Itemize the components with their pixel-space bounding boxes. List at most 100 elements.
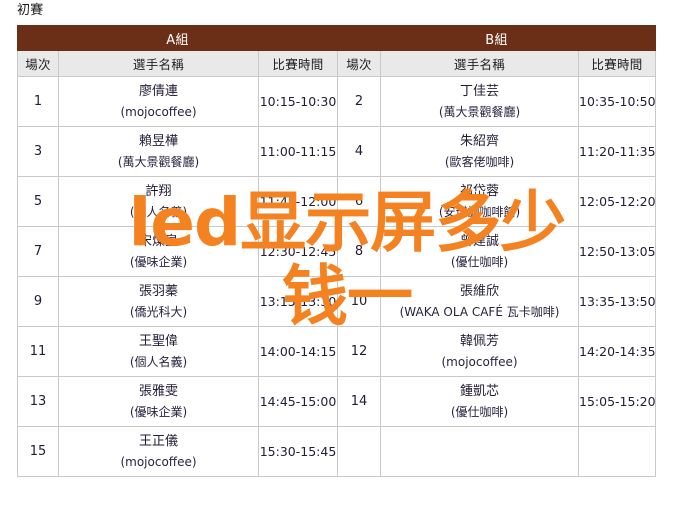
cell-player-b: 韓佩芳 (mojocoffee): [380, 326, 580, 377]
cell-match-no-b: 10: [337, 276, 382, 327]
cell-match-no-b: 8: [337, 226, 382, 277]
cell-match-time-b: 14:20-14:35: [578, 326, 657, 377]
cell-player-a: 張雅雯 (優味企業): [58, 376, 259, 427]
cell-match-no-a: 15: [17, 426, 59, 477]
player-name-b: 曾建誠: [460, 233, 500, 249]
table-row: 3 賴昱樺 (萬大景觀餐廳) 11:00-11:15 4 朱紹齊 (歐客佬咖啡)…: [17, 126, 657, 177]
player-name-b: 祁岱蓉: [460, 183, 500, 199]
cell-match-time-b: 10:35-10:50: [578, 76, 657, 127]
cell-match-no-a: 1: [17, 76, 59, 127]
cell-match-time-a: 15:30-15:45: [257, 426, 339, 477]
table-row: 1 廖倩連 (mojocoffee) 10:15-10:30 2 丁佳芸 (萬大…: [17, 76, 657, 127]
cell-match-no-b: 2: [337, 76, 382, 127]
table-row: 11 王聖偉 (個人名義) 14:00-14:15 12 韓佩芳 (mojoco…: [17, 326, 657, 377]
cell-match-no-b: 4: [337, 126, 382, 177]
player-org-b: (優仕咖啡): [450, 404, 509, 419]
cell-match-no-a: 3: [17, 126, 59, 177]
cell-match-no-a: 5: [17, 176, 59, 227]
player-org-a: (僑光科大): [129, 304, 188, 319]
player-org-a: (個人名義): [129, 204, 188, 219]
player-name-a: 許翔: [145, 183, 172, 199]
cell-match-time-a: 14:45-15:00: [257, 376, 339, 427]
cell-player-a: 賴昱樺 (萬大景觀餐廳): [58, 126, 259, 177]
column-header-match-time-a: 比賽時間: [257, 50, 339, 77]
player-name-b: 張維欣: [460, 283, 500, 299]
cell-match-time-a: 11:45-12:00: [257, 176, 339, 227]
column-header-row: 場次 選手名稱 比賽時間 場次 選手名稱 比賽時間: [17, 50, 657, 77]
player-org-b: (萬大景觀餐廳): [438, 104, 521, 119]
table-body: 1 廖倩連 (mojocoffee) 10:15-10:30 2 丁佳芸 (萬大…: [17, 76, 657, 477]
cell-player-b: 祁岱蓉 (安琪調咖啡館): [380, 176, 580, 227]
player-name-a: 王正儀: [138, 433, 178, 449]
cell-match-no-a: 13: [17, 376, 59, 427]
cell-match-time-b: 12:50-13:05: [578, 226, 657, 277]
cell-match-time-a: 13:15-13:30: [257, 276, 339, 327]
player-name-a: 張羽蓁: [138, 283, 178, 299]
cell-match-no-b: 6: [337, 176, 382, 227]
page-title: 初賽: [17, 3, 44, 18]
player-org-a: (mojocoffee): [120, 104, 197, 119]
cell-match-time-b: 11:20-11:35: [578, 126, 657, 177]
cell-match-no-a: 9: [17, 276, 59, 327]
table-row: 15 王正儀 (mojocoffee) 15:30-15:45: [17, 426, 657, 477]
cell-match-time-b: [578, 426, 657, 477]
cell-player-b: 鍾凱芯 (優仕咖啡): [380, 376, 580, 427]
player-org-a: (萬大景觀餐廳): [117, 154, 200, 169]
cell-match-no-b: 12: [337, 326, 382, 377]
column-header-match-no-b: 場次: [337, 50, 382, 77]
cell-player-b: 丁佳芸 (萬大景觀餐廳): [380, 76, 580, 127]
group-header-row: A組 B組: [16, 25, 657, 51]
schedule-table: A組 B組 場次 選手名稱 比賽時間 場次 選手名稱 比賽時間 1 廖倩連 (m…: [16, 25, 657, 477]
player-org-b: (mojocoffee): [441, 354, 518, 369]
player-org-a: (mojocoffee): [120, 454, 197, 469]
table-row: 7 宋燦皇 (優味企業) 12:30-12:45 8 曾建誠 (優仕咖啡) 12…: [17, 226, 657, 277]
cell-player-b: 張維欣 (WAKA OLA CAFÉ 瓦卡咖啡): [380, 276, 580, 327]
player-name-b: 鍾凱芯: [460, 383, 500, 399]
player-name-b: 丁佳芸: [460, 83, 500, 99]
player-name-a: 賴昱樺: [138, 133, 178, 149]
table-row: 9 張羽蓁 (僑光科大) 13:15-13:30 10 張維欣 (WAKA OL…: [17, 276, 657, 327]
cell-player-a: 王聖偉 (個人名義): [58, 326, 259, 377]
cell-match-time-a: 12:30-12:45: [257, 226, 339, 277]
cell-match-time-b: 12:05-12:20: [578, 176, 657, 227]
cell-player-a: 廖倩連 (mojocoffee): [58, 76, 259, 127]
player-name-b: 韓佩芳: [460, 333, 500, 349]
player-org-b: (歐客佬咖啡): [444, 154, 515, 169]
player-org-a: (優味企業): [129, 404, 188, 419]
player-org-b: (安琪調咖啡館): [438, 204, 521, 219]
cell-match-no-a: 7: [17, 226, 59, 277]
player-name-a: 宋燦皇: [138, 233, 178, 249]
column-header-player-name-b: 選手名稱: [380, 50, 580, 77]
column-header-player-name-a: 選手名稱: [58, 50, 259, 77]
cell-match-time-b: 13:35-13:50: [578, 276, 657, 327]
player-org-b: (WAKA OLA CAFÉ 瓦卡咖啡): [399, 304, 560, 319]
cell-match-time-a: 10:15-10:30: [257, 76, 339, 127]
cell-player-b: 曾建誠 (優仕咖啡): [380, 226, 580, 277]
table-row: 13 張雅雯 (優味企業) 14:45-15:00 14 鍾凱芯 (優仕咖啡) …: [17, 376, 657, 427]
player-name-a: 王聖偉: [138, 333, 178, 349]
table-row: 5 許翔 (個人名義) 11:45-12:00 6 祁岱蓉 (安琪調咖啡館) 1…: [17, 176, 657, 227]
cell-player-a: 許翔 (個人名義): [58, 176, 259, 227]
player-name-b: 朱紹齊: [460, 133, 500, 149]
cell-match-time-b: 15:05-15:20: [578, 376, 657, 427]
player-name-a: 廖倩連: [138, 83, 178, 99]
schedule-table-container: A組 B組 場次 選手名稱 比賽時間 場次 選手名稱 比賽時間 1 廖倩連 (m…: [16, 25, 657, 477]
player-org-b: (優仕咖啡): [450, 254, 509, 269]
cell-player-b: [380, 426, 580, 477]
player-org-a: (個人名義): [129, 354, 188, 369]
player-name-a: 張雅雯: [138, 383, 178, 399]
column-header-match-time-b: 比賽時間: [578, 50, 657, 77]
cell-match-time-a: 11:00-11:15: [257, 126, 339, 177]
column-header-match-no-a: 場次: [17, 50, 59, 77]
group-header-a: A組: [16, 25, 339, 51]
cell-match-no-b: [337, 426, 382, 477]
group-header-b: B組: [337, 25, 657, 51]
table-head: A組 B組 場次 選手名稱 比賽時間 場次 選手名稱 比賽時間: [16, 25, 657, 77]
cell-player-a: 王正儀 (mojocoffee): [58, 426, 259, 477]
cell-match-time-a: 14:00-14:15: [257, 326, 339, 377]
cell-player-a: 宋燦皇 (優味企業): [58, 226, 259, 277]
player-org-a: (優味企業): [129, 254, 188, 269]
cell-player-b: 朱紹齊 (歐客佬咖啡): [380, 126, 580, 177]
cell-match-no-b: 14: [337, 376, 382, 427]
cell-match-no-a: 11: [17, 326, 59, 377]
